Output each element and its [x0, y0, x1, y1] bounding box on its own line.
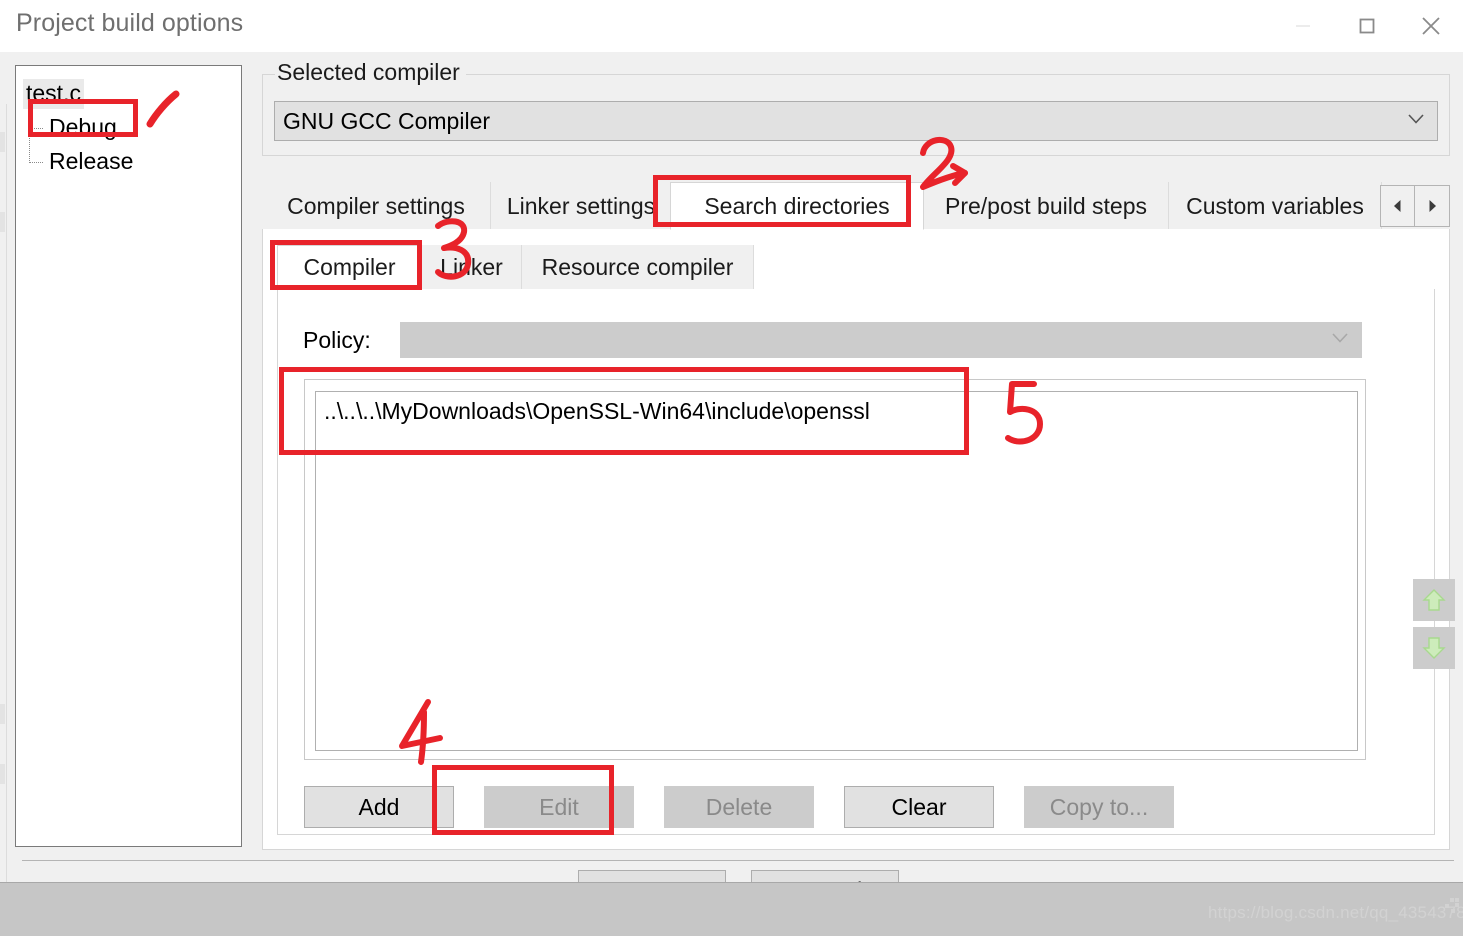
- window-bottom-bar: [0, 882, 1463, 936]
- tree-item-debug[interactable]: Debug: [49, 116, 117, 139]
- triangle-right-icon: [1429, 200, 1436, 212]
- chevron-down-icon: [1331, 331, 1349, 349]
- edit-button[interactable]: Edit: [484, 786, 634, 828]
- compiler-dirs-content: Policy: ..\..\..\MyDownloads\OpenSSL-Win…: [277, 289, 1455, 835]
- build-options-tabstrip[interactable]: Compiler settings Linker settings Search…: [262, 182, 1450, 230]
- tree-item-release[interactable]: Release: [49, 150, 133, 173]
- minimize-icon: [1296, 25, 1310, 27]
- tab-scroll-buttons[interactable]: [1380, 185, 1450, 227]
- directory-action-buttons: Add Edit Delete Clear Copy to...: [304, 786, 1404, 832]
- tab-scroll-left-button[interactable]: [1380, 185, 1415, 227]
- tab-label: Search directories: [704, 192, 890, 219]
- left-edge-strip: [0, 104, 7, 934]
- button-label: Delete: [705, 793, 773, 820]
- tab-custom-variables[interactable]: Custom variables: [1169, 182, 1382, 230]
- tree-connector-line: [29, 162, 43, 163]
- tab-label: Linker: [440, 254, 503, 280]
- tab-label: Custom variables: [1186, 192, 1364, 219]
- move-up-button[interactable]: [1413, 579, 1455, 621]
- triangle-left-icon: [1393, 200, 1400, 212]
- maximize-icon: [1359, 18, 1375, 34]
- move-down-button[interactable]: [1413, 627, 1455, 669]
- arrow-down-icon: [1422, 637, 1446, 659]
- tab-resource-compiler[interactable]: Resource compiler: [522, 245, 754, 290]
- tab-label: Pre/post build steps: [944, 192, 1147, 219]
- reorder-buttons[interactable]: [1413, 579, 1455, 675]
- tree-connector-line: [29, 128, 43, 129]
- policy-label: Policy:: [303, 326, 371, 353]
- button-label: Clear: [891, 793, 947, 820]
- list-item[interactable]: ..\..\..\MyDownloads\OpenSSL-Win64\inclu…: [316, 392, 1357, 431]
- title-bar: Project build options: [0, 0, 1463, 52]
- tab-compiler-settings[interactable]: Compiler settings: [262, 182, 491, 230]
- directories-list-wrapper: ..\..\..\MyDownloads\OpenSSL-Win64\inclu…: [304, 379, 1366, 760]
- delete-button[interactable]: Delete: [664, 786, 814, 828]
- minimize-button[interactable]: [1271, 0, 1335, 52]
- target-tree-panel[interactable]: test.c Debug Release: [15, 65, 242, 847]
- dialog-separator: [22, 860, 1454, 861]
- selected-compiler-value: GNU GCC Compiler: [283, 107, 491, 134]
- maximize-button[interactable]: [1335, 0, 1399, 52]
- chevron-down-icon: [1407, 112, 1425, 130]
- tab-compiler[interactable]: Compiler: [277, 245, 422, 290]
- policy-row: Policy:: [303, 320, 1403, 360]
- add-button[interactable]: Add: [304, 786, 454, 828]
- tab-search-directories[interactable]: Search directories: [670, 182, 924, 230]
- button-label: Edit: [539, 793, 579, 820]
- settings-pane: Selected compiler GNU GCC Compiler Compi…: [253, 59, 1455, 850]
- clear-button[interactable]: Clear: [844, 786, 994, 828]
- selected-compiler-label: Selected compiler: [275, 59, 466, 86]
- tab-label: Resource compiler: [541, 254, 734, 280]
- search-directories-panel: Compiler Linker Resource compiler Policy…: [262, 229, 1455, 850]
- window-controls: [1271, 0, 1463, 52]
- tab-label: Compiler: [303, 254, 396, 280]
- tab-linker-settings[interactable]: Linker settings: [491, 182, 672, 230]
- tab-scroll-right-button[interactable]: [1415, 185, 1450, 227]
- search-dirs-tabstrip[interactable]: Compiler Linker Resource compiler: [277, 245, 1435, 290]
- button-label: Copy to...: [1049, 793, 1149, 820]
- directories-listbox[interactable]: ..\..\..\MyDownloads\OpenSSL-Win64\inclu…: [315, 391, 1358, 751]
- window-title: Project build options: [16, 9, 244, 37]
- selected-compiler-group: Selected compiler GNU GCC Compiler: [262, 59, 1450, 156]
- tab-label: Compiler settings: [287, 192, 465, 219]
- selected-compiler-combobox[interactable]: GNU GCC Compiler: [274, 101, 1438, 141]
- dialog-client-area: test.c Debug Release Selected compiler G…: [0, 52, 1463, 936]
- tab-label: Linker settings: [506, 192, 656, 219]
- arrow-up-icon: [1422, 589, 1446, 611]
- project-build-options-dialog: Project build options test.c Debug Relea…: [0, 0, 1463, 936]
- tree-connector-line: [29, 112, 30, 163]
- tab-pre-post-build-steps[interactable]: Pre/post build steps: [924, 182, 1169, 230]
- tab-linker[interactable]: Linker: [422, 245, 522, 290]
- close-button[interactable]: [1399, 0, 1463, 52]
- policy-combobox[interactable]: [400, 322, 1362, 358]
- copy-to-button[interactable]: Copy to...: [1024, 786, 1174, 828]
- tree-item-project[interactable]: test.c: [23, 79, 84, 109]
- close-icon: [1422, 17, 1440, 35]
- button-label: Add: [358, 793, 400, 820]
